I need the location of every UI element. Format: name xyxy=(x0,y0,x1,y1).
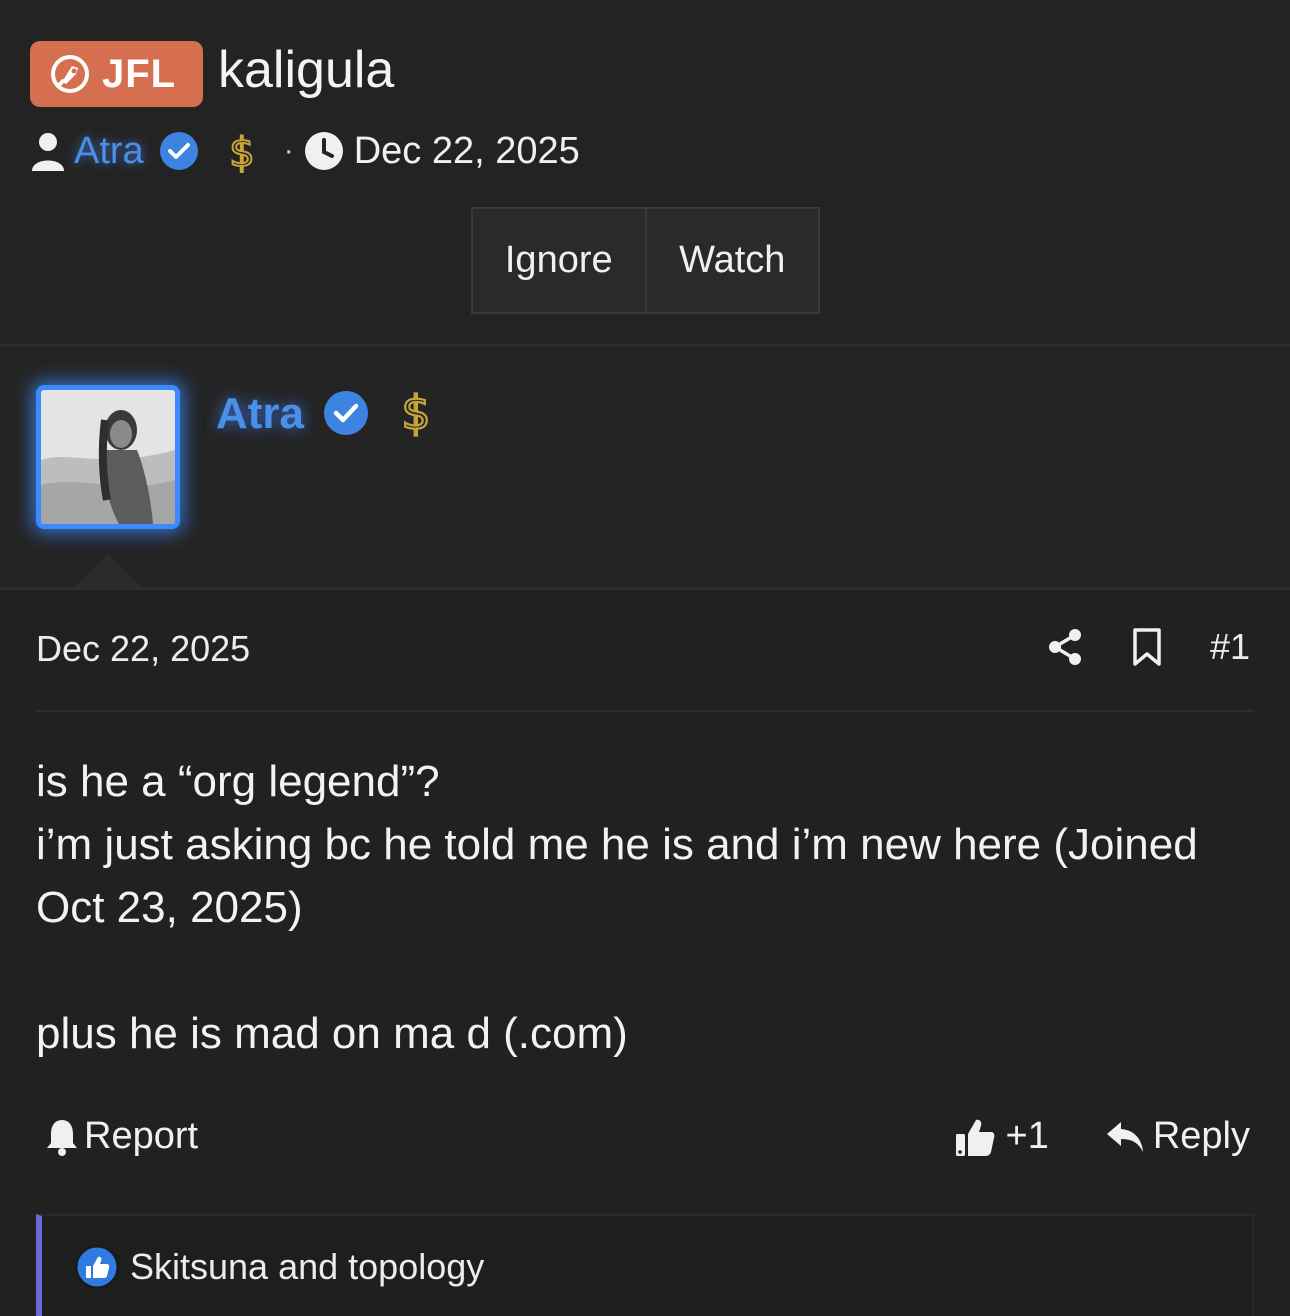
reply-button[interactable]: Reply xyxy=(1105,1115,1250,1158)
thread-header: JFL kaligula Atra $ · Dec 22, 2025 Ignor… xyxy=(0,0,1290,345)
user-icon xyxy=(32,133,64,171)
like-reaction-icon xyxy=(74,1244,120,1290)
thread-title: kaligula xyxy=(218,41,395,99)
reply-label: Reply xyxy=(1152,1115,1250,1157)
divider xyxy=(36,710,1254,712)
dollar-icon: $ xyxy=(228,129,255,176)
post-body-line: plus he is mad on ma d (.com) xyxy=(36,1009,628,1058)
reactions-bar[interactable]: Skitsuna and topology xyxy=(36,1214,1254,1316)
post-body: is he a “org legend”? i’m just asking bc… xyxy=(36,750,1256,1065)
post: Dec 22, 2025 #1 is he a “org legend”? i’… xyxy=(0,590,1290,1316)
meta-separator: · xyxy=(283,134,294,167)
poster-username[interactable]: Atra xyxy=(216,389,304,439)
svg-text:$: $ xyxy=(401,386,430,439)
avatar[interactable] xyxy=(36,385,180,529)
report-label: Report xyxy=(84,1115,199,1157)
share-icon[interactable] xyxy=(1046,627,1084,667)
thread-date[interactable]: Dec 22, 2025 xyxy=(354,130,580,173)
thread-action-buttons: Ignore Watch xyxy=(471,207,820,314)
watch-button[interactable]: Watch xyxy=(644,209,818,312)
thread-prefix-badge[interactable]: JFL xyxy=(30,41,203,107)
like-button[interactable]: +1 xyxy=(954,1115,1049,1158)
bell-icon xyxy=(47,1119,77,1156)
avatar-image xyxy=(41,390,175,524)
verified-icon xyxy=(324,391,368,435)
post-body-line: is he a “org legend”? xyxy=(36,757,440,806)
post-footer-actions: +1 Reply xyxy=(954,1115,1250,1158)
like-count: +1 xyxy=(1005,1115,1049,1157)
post-pointer-arrow xyxy=(74,554,142,588)
ignore-button[interactable]: Ignore xyxy=(473,209,645,312)
verified-icon xyxy=(159,132,198,170)
post-user-block: Atra $ xyxy=(0,347,1290,588)
report-button[interactable]: Report xyxy=(44,1115,198,1158)
post-actions: #1 xyxy=(1046,626,1250,668)
bookmark-icon[interactable] xyxy=(1128,627,1166,667)
clock-icon xyxy=(304,132,343,170)
dollar-icon: $ xyxy=(400,385,431,439)
prefix-label: JFL xyxy=(102,51,177,96)
thread-author-link[interactable]: Atra xyxy=(74,130,144,173)
thread-meta: Atra $ · Dec 22, 2025 xyxy=(30,124,580,178)
post-date[interactable]: Dec 22, 2025 xyxy=(36,628,250,670)
reply-icon xyxy=(1106,1121,1143,1152)
rocket-icon xyxy=(51,55,89,93)
reactions-text: Skitsuna and topology xyxy=(130,1246,485,1287)
post-body-line: i’m just asking bc he told me he is and … xyxy=(36,820,1198,932)
svg-text:$: $ xyxy=(229,130,254,176)
thumbs-up-icon xyxy=(955,1119,994,1156)
post-number-link[interactable]: #1 xyxy=(1210,626,1250,668)
